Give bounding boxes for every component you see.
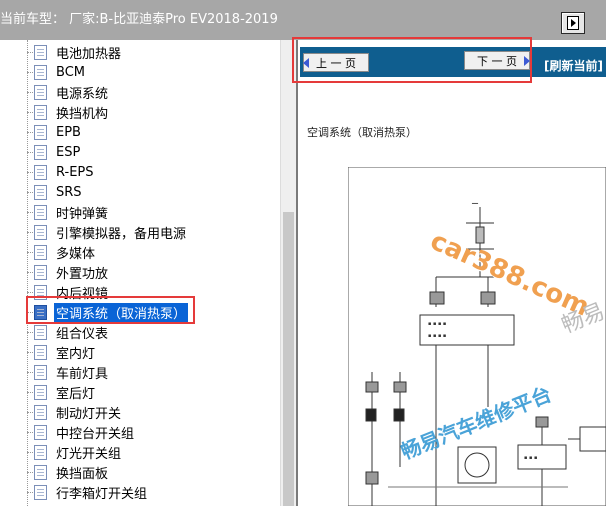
tree-item[interactable]: 中控台开关组 (27, 422, 136, 442)
document-icon (34, 364, 47, 380)
tree-item-label: BCM (56, 64, 85, 80)
svg-text:▪ ▪ ▪: ▪ ▪ ▪ (524, 455, 537, 461)
tree-item-label: 多媒体 (56, 246, 96, 262)
document-icon (34, 444, 47, 460)
tree-item-label: ESP (56, 144, 81, 160)
tree-item[interactable]: 换挡面板 (27, 462, 110, 482)
document-icon (34, 424, 47, 440)
tree-scrollbar-thumb[interactable] (283, 212, 294, 506)
tree-item-label: 中控台开关组 (56, 426, 135, 442)
tree-item-label: 制动灯开关 (56, 406, 122, 422)
page-title: 空调系统（取消热泵） (307, 126, 417, 139)
refresh-current-link[interactable]: [刷新当前] (544, 57, 603, 74)
tree-item-label: 行李箱灯开关组 (56, 486, 148, 502)
tree-item-label: 室后灯 (56, 386, 96, 402)
document-icon (34, 344, 47, 360)
tree-item-label: 时钟弹簧 (56, 206, 109, 222)
tree-item-label: R-EPS (56, 164, 94, 180)
selection-highlight-box (26, 296, 195, 324)
document-icon (34, 404, 47, 420)
tree-item[interactable]: 电池加热器 (27, 42, 123, 62)
tree-item[interactable]: 电源系统 (27, 82, 110, 102)
tree-item[interactable]: 时钟弹簧 (27, 202, 110, 222)
document-icon (34, 464, 47, 480)
svg-text:▪ ▪ ▪ ▪: ▪ ▪ ▪ ▪ (428, 321, 446, 327)
svg-text:▪ ▪ ▪ ▪: ▪ ▪ ▪ ▪ (428, 333, 446, 339)
nav-highlight-box (292, 37, 532, 83)
document-icon (34, 164, 47, 180)
tree-item[interactable]: 多媒体 (27, 242, 97, 262)
tree-item[interactable]: BCM (27, 62, 87, 82)
document-icon (34, 124, 47, 140)
tree-item-label: 引擎模拟器，备用电源 (56, 226, 187, 242)
tree-item[interactable]: 室后灯 (27, 382, 97, 402)
document-icon (34, 484, 47, 500)
tree-item-label: 室内灯 (56, 346, 96, 362)
document-icon (34, 244, 47, 260)
tree-item[interactable]: 制动灯开关 (27, 402, 123, 422)
tree-item-label: 车前灯具 (56, 366, 109, 382)
tree-item-label: 组合仪表 (56, 326, 109, 342)
tree-item[interactable]: 组合仪表 (27, 322, 110, 342)
tree-item[interactable]: EPB (27, 122, 83, 142)
current-model-label: 当前车型： 厂家:B-比亚迪泰Pro EV2018-2019 (0, 12, 278, 27)
document-icon (34, 144, 47, 160)
tree-item[interactable]: 换挡机构 (27, 102, 110, 122)
document-icon (34, 64, 47, 80)
tree-item[interactable]: ESP (27, 142, 82, 162)
tree-item[interactable]: 行李箱灯开关组 (27, 482, 149, 502)
document-icon (34, 224, 47, 240)
tree-item-label: 电池加热器 (56, 46, 122, 62)
wiring-diagram: ━━ ▪ ▪ ▪ ▪ ▪ ▪ ▪ ▪ ▪ ▪ ▪ (348, 167, 606, 506)
tree-item-label: 外置功放 (56, 266, 109, 282)
toggle-panel-button[interactable] (561, 12, 585, 34)
document-icon (34, 204, 47, 220)
tree-item[interactable]: SRS (27, 182, 84, 202)
svg-text:━━: ━━ (471, 201, 479, 207)
tree-item[interactable]: 室内灯 (27, 342, 97, 362)
tree-item[interactable]: 灯光开关组 (27, 442, 123, 462)
tree-item-label: SRS (56, 184, 82, 200)
tree-item-label: 换挡机构 (56, 106, 109, 122)
tree-item[interactable]: R-EPS (27, 162, 96, 182)
document-icon (34, 84, 47, 100)
tree-item[interactable]: 引擎模拟器，备用电源 (27, 222, 188, 242)
document-icon (34, 264, 47, 280)
tree-item-label: 电源系统 (56, 86, 109, 102)
component-tree: 电池加热器 BCM 电源系统换挡机构 EPB ESP R-EPS SRS 时钟弹簧引擎模拟器，… (0, 40, 280, 506)
tree-item-label: 灯光开关组 (56, 446, 122, 462)
tree-item[interactable]: 车前灯具 (27, 362, 110, 382)
play-icon (567, 16, 579, 30)
top-bar: 当前车型： 厂家:B-比亚迪泰Pro EV2018-2019 (0, 0, 606, 40)
document-icon (34, 44, 47, 60)
document-icon (34, 104, 47, 120)
tree-item-label: 换挡面板 (56, 466, 109, 482)
tree-item-label: EPB (56, 124, 81, 140)
document-icon (34, 184, 47, 200)
document-icon (34, 324, 47, 340)
document-icon (34, 384, 47, 400)
tree-item[interactable]: 外置功放 (27, 262, 110, 282)
